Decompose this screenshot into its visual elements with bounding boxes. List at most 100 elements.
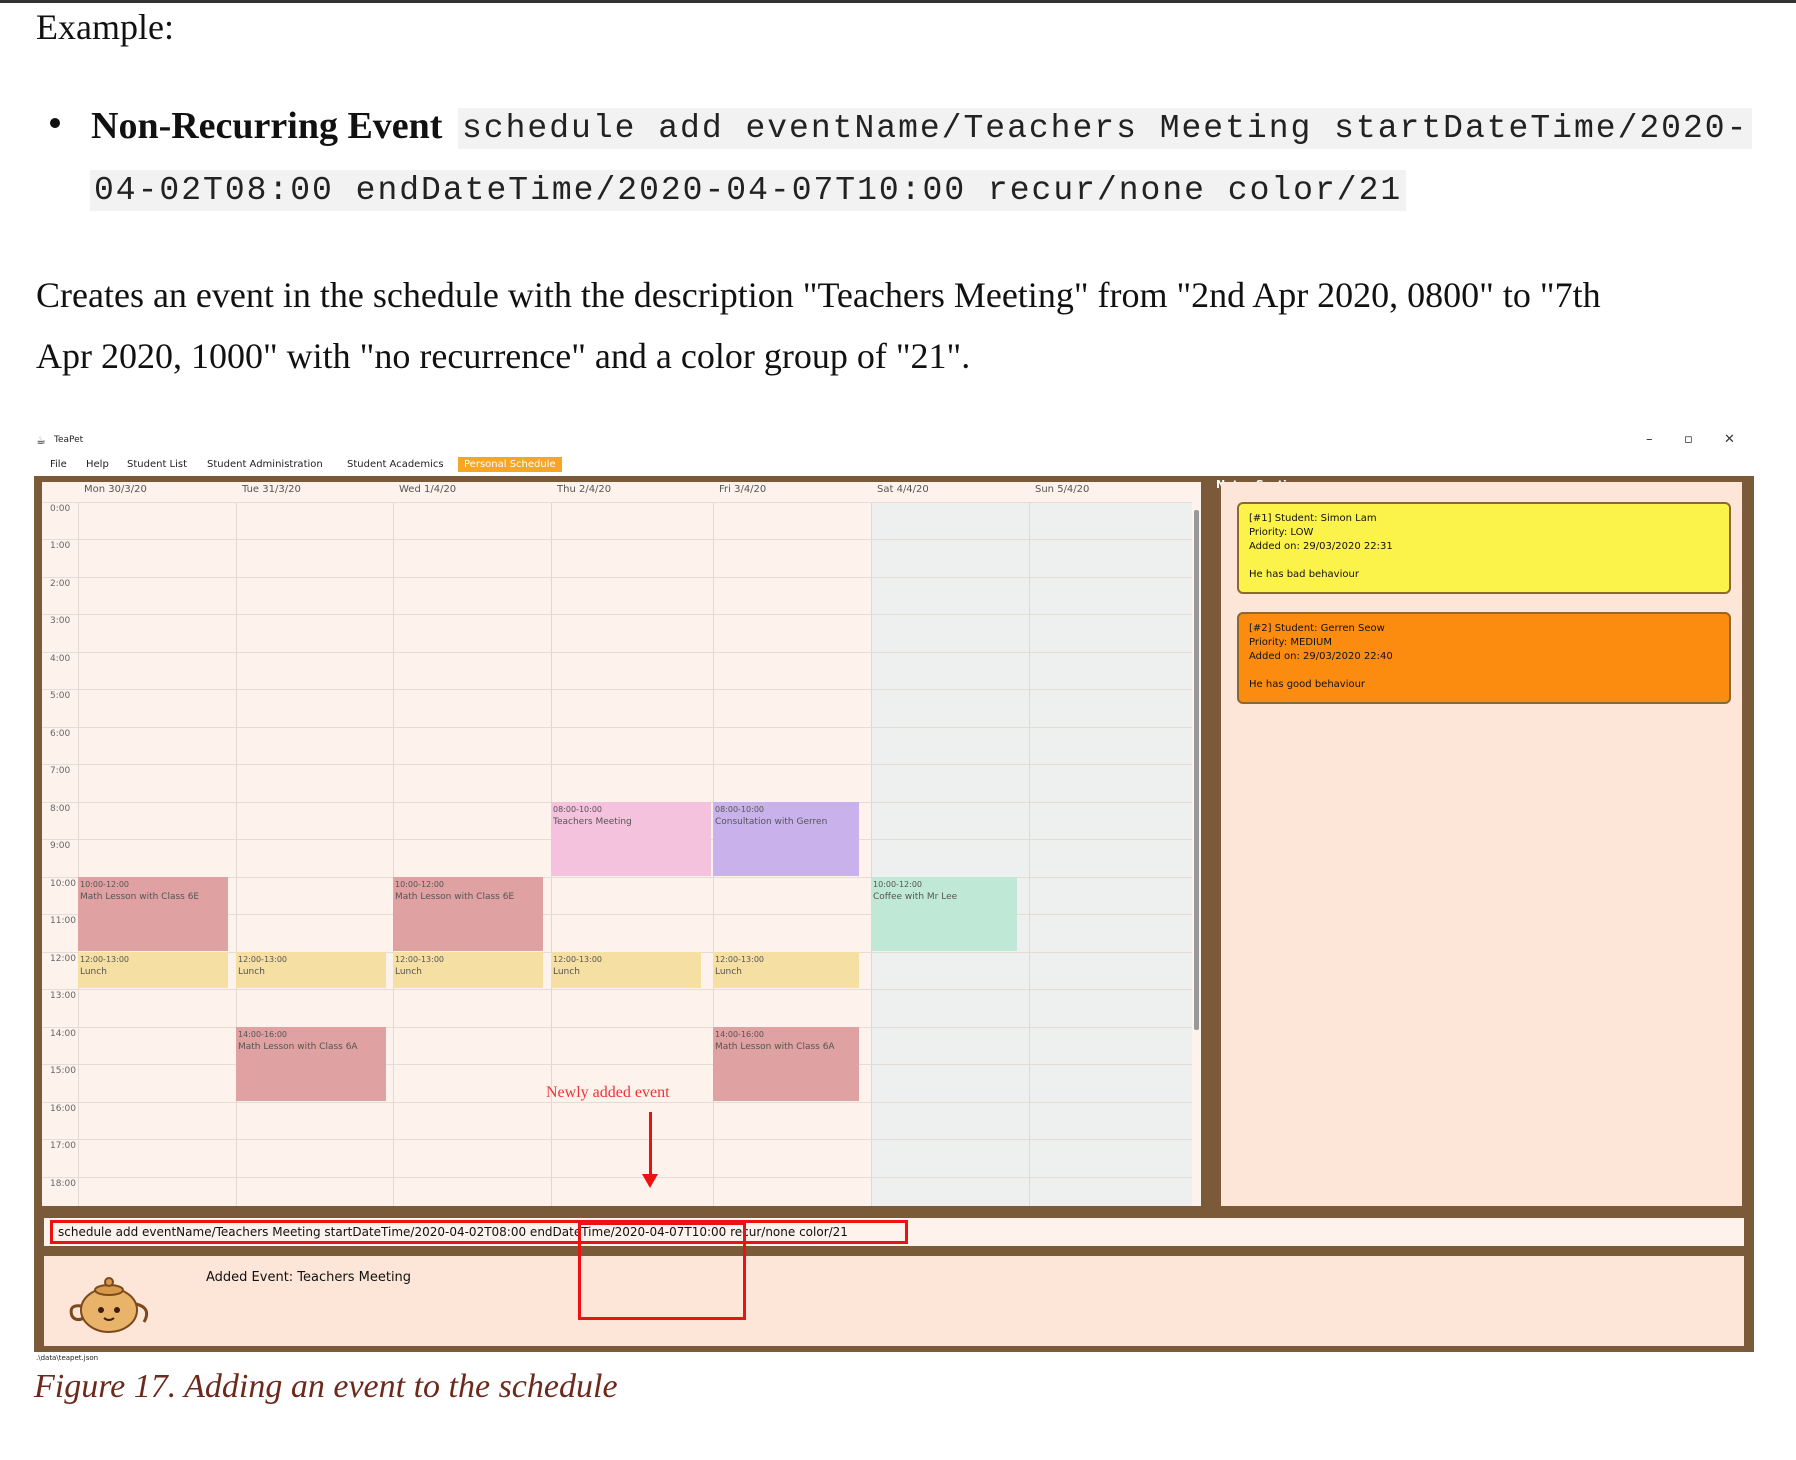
day-header: Sat 4/4/20 xyxy=(877,484,929,495)
note-student: [#2] Student: Gerren Seow xyxy=(1249,623,1385,634)
day-header: Tue 31/3/20 xyxy=(242,484,301,495)
hour-line xyxy=(42,577,1192,578)
time-label: 4:00 xyxy=(50,654,71,664)
tab-student-list[interactable]: Student List xyxy=(127,459,187,470)
event-math-lesson[interactable]: 14:00-16:00 Math Lesson with Class 6A xyxy=(713,1027,859,1101)
event-consultation[interactable]: 08:00-10:00 Consultation with Gerren xyxy=(713,802,859,876)
command-code-line-2: 04-02T08:00 endDateTime/2020-04-07T10:00… xyxy=(90,170,1407,211)
close-icon[interactable]: ✕ xyxy=(1724,432,1735,447)
day-header: Wed 1/4/20 xyxy=(399,484,457,495)
weekend-shade xyxy=(1029,502,1192,1206)
time-label: 11:00 xyxy=(50,916,76,926)
hour-line xyxy=(42,1027,1192,1028)
tab-student-administration[interactable]: Student Administration xyxy=(207,459,323,470)
time-label: 10:00 xyxy=(50,879,76,889)
time-label: 13:00 xyxy=(50,991,76,1001)
note-priority: Priority: LOW xyxy=(1249,527,1314,538)
teapot-icon: ☕ xyxy=(36,434,46,447)
column-divider xyxy=(393,502,394,1206)
hour-line xyxy=(42,1177,1192,1178)
result-box: Added Event: Teachers Meeting xyxy=(44,1256,1744,1346)
note-added-on: Added on: 29/03/2020 22:31 xyxy=(1249,541,1393,552)
hour-line xyxy=(42,1102,1192,1103)
day-header: Thu 2/4/20 xyxy=(557,484,612,495)
event-lunch[interactable]: 12:00-13:00 Lunch xyxy=(713,952,859,988)
event-title: Math Lesson with Class 6E xyxy=(80,892,200,902)
event-time: 14:00-16:00 xyxy=(238,1030,287,1039)
event-time: 10:00-12:00 xyxy=(80,880,129,889)
hour-line xyxy=(42,989,1192,990)
column-divider xyxy=(78,502,79,1206)
note-card[interactable]: [#2] Student: Gerren Seow Priority: MEDI… xyxy=(1237,612,1731,704)
menu-help[interactable]: Help xyxy=(86,459,109,470)
hour-line xyxy=(42,764,1192,765)
event-time: 12:00-13:00 xyxy=(553,955,602,964)
note-priority: Priority: MEDIUM xyxy=(1249,637,1332,648)
time-label: 0:00 xyxy=(50,504,71,514)
hour-line xyxy=(42,689,1192,690)
event-lunch[interactable]: 12:00-13:00 Lunch xyxy=(236,952,386,988)
command-box[interactable]: schedule add eventName/Teachers Meeting … xyxy=(44,1218,1744,1246)
event-title: Teachers Meeting xyxy=(553,817,632,827)
event-time: 10:00-12:00 xyxy=(873,880,922,889)
note-body: He has good behaviour xyxy=(1249,679,1366,690)
event-lunch[interactable]: 12:00-13:00 Lunch xyxy=(551,952,701,988)
time-label: 12:00 xyxy=(50,954,76,964)
event-title: Math Lesson with Class 6A xyxy=(238,1042,358,1052)
event-time: 12:00-13:00 xyxy=(715,955,764,964)
teapot-mascot-icon xyxy=(69,1277,149,1333)
status-bar-path: .\data\teapet.json xyxy=(36,1354,99,1362)
hour-line xyxy=(42,652,1192,653)
note-added-on: Added on: 29/03/2020 22:40 xyxy=(1249,651,1393,662)
event-teachers-meeting[interactable]: 08:00-10:00 Teachers Meeting xyxy=(551,802,711,876)
app-screenshot: ☕ TeaPet – ▫ ✕ File Help Student List St… xyxy=(34,426,1754,1366)
time-label: 9:00 xyxy=(50,841,71,851)
note-body: He has bad behaviour xyxy=(1249,569,1359,580)
command-panel: schedule add eventName/Teachers Meeting … xyxy=(34,1212,1754,1252)
day-header: Fri 3/4/20 xyxy=(719,484,767,495)
description-line-1: Creates an event in the schedule with th… xyxy=(36,275,1601,315)
time-label: 1:00 xyxy=(50,541,71,551)
weekend-shade xyxy=(871,502,1029,1206)
event-math-lesson[interactable]: 10:00-12:00 Math Lesson with Class 6E xyxy=(78,877,228,951)
day-header: Mon 30/3/20 xyxy=(84,484,147,495)
menu-file[interactable]: File xyxy=(50,459,67,470)
tab-personal-schedule[interactable]: Personal Schedule xyxy=(458,457,562,472)
event-title: Consultation with Gerren xyxy=(715,817,828,827)
hour-line xyxy=(42,614,1192,615)
event-math-lesson[interactable]: 14:00-16:00 Math Lesson with Class 6A xyxy=(236,1027,386,1101)
column-divider xyxy=(871,502,872,1206)
column-divider xyxy=(1029,502,1030,1206)
note-card[interactable]: [#1] Student: Simon Lam Priority: LOW Ad… xyxy=(1237,502,1731,594)
event-coffee[interactable]: 10:00-12:00 Coffee with Mr Lee xyxy=(871,877,1017,951)
minimize-icon[interactable]: – xyxy=(1646,432,1653,447)
annotation-highlight-box xyxy=(578,1222,746,1320)
time-label: 3:00 xyxy=(50,616,71,626)
event-time: 08:00-10:00 xyxy=(715,805,764,814)
event-title: Lunch xyxy=(395,967,422,977)
hour-line xyxy=(42,1064,1192,1065)
event-title: Lunch xyxy=(80,967,107,977)
result-panel: Added Event: Teachers Meeting xyxy=(34,1252,1754,1352)
schedule-scrollbar[interactable] xyxy=(1194,510,1199,1030)
event-lunch[interactable]: 12:00-13:00 Lunch xyxy=(78,952,228,988)
tab-student-academics[interactable]: Student Academics xyxy=(347,459,444,470)
event-math-lesson[interactable]: 10:00-12:00 Math Lesson with Class 6E xyxy=(393,877,543,951)
event-time: 14:00-16:00 xyxy=(715,1030,764,1039)
event-lunch[interactable]: 12:00-13:00 Lunch xyxy=(393,952,543,988)
event-title: Math Lesson with Class 6A xyxy=(715,1042,835,1052)
note-student: [#1] Student: Simon Lam xyxy=(1249,513,1377,524)
event-title: Lunch xyxy=(238,967,265,977)
time-label: 16:00 xyxy=(50,1104,76,1114)
event-time: 12:00-13:00 xyxy=(80,955,129,964)
notes-panel: Notes Section: [#1] Student: Simon Lam P… xyxy=(1209,476,1754,1212)
app-title: TeaPet xyxy=(54,435,84,445)
annotation-arrow xyxy=(649,1112,652,1176)
menu-bar: File Help Student List Student Administr… xyxy=(34,456,1754,476)
event-title: Coffee with Mr Lee xyxy=(873,892,958,902)
restore-icon[interactable]: ▫ xyxy=(1684,432,1693,447)
annotation-label: Newly added event xyxy=(546,1084,670,1101)
bullet-dot xyxy=(50,118,60,128)
hour-line xyxy=(42,502,1192,503)
time-label: 2:00 xyxy=(50,579,71,589)
